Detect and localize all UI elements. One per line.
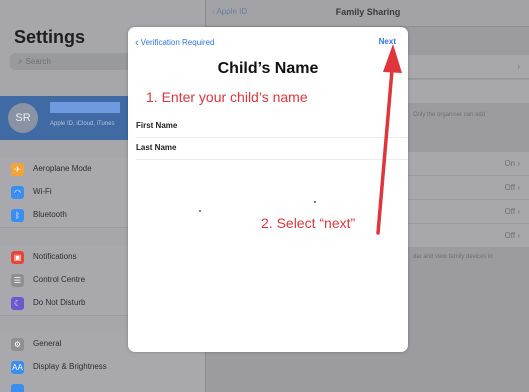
- verification-required-back-button[interactable]: ‹ Verification Required: [135, 36, 215, 49]
- display-icon: AA: [11, 361, 24, 374]
- search-placeholder: Search: [25, 57, 51, 66]
- avatar: SR: [8, 103, 38, 133]
- airplane-icon: ✈: [11, 163, 24, 176]
- annotation-step-1: 1. Enter your child’s name: [146, 89, 308, 105]
- divider: [136, 137, 408, 138]
- last-name-field[interactable]: [188, 140, 393, 156]
- account-name-redacted: [50, 102, 120, 113]
- search-icon: ⌕: [18, 57, 23, 66]
- chevron-left-icon: ‹: [135, 37, 139, 49]
- moon-icon: ☾: [11, 297, 24, 310]
- notifications-icon: ▣: [11, 251, 24, 264]
- gear-icon: ⚙: [11, 338, 24, 351]
- back-button-label: Verification Required: [140, 38, 215, 47]
- next-button[interactable]: Next: [379, 37, 396, 46]
- sidebar-item-partial[interactable]: [0, 379, 205, 392]
- sidebar-item-label: Wi-Fi: [33, 187, 52, 196]
- control-centre-icon: ☰: [11, 274, 24, 287]
- childs-name-sheet: ‹ Verification Required Next Child’s Name…: [128, 27, 408, 352]
- sidebar-item-label: Display & Brightness: [33, 362, 107, 371]
- first-name-field[interactable]: [188, 118, 393, 134]
- chevron-right-icon: ›: [517, 62, 520, 71]
- sidebar-item-label: Bluetooth: [33, 210, 67, 219]
- wifi-icon: ◠: [11, 186, 24, 199]
- ipad-screen: Settings ⌕ Search SR Apple ID, iCloud, iT…: [0, 0, 529, 392]
- sharing-value: Off: [504, 207, 516, 216]
- sidebar-item-label: Notifications: [33, 252, 77, 261]
- detail-title: Family Sharing: [335, 7, 401, 17]
- sidebar-item-display-brightness[interactable]: AA Display & Brightness: [0, 356, 205, 380]
- sharing-value: Off: [504, 231, 516, 240]
- sidebar-item-label: Do Not Disturb: [33, 298, 86, 307]
- first-name-label: First Name: [136, 121, 178, 130]
- organiser-note: Only the organiser can add: [413, 112, 486, 118]
- annotation-step-2: 2. Select “next”: [261, 215, 356, 231]
- detail-nav-bar: ‹ Apple ID Family Sharing: [206, 0, 529, 27]
- last-name-label: Last Name: [136, 143, 177, 152]
- speck: [199, 210, 201, 212]
- bluetooth-icon: ᛒ: [11, 209, 24, 222]
- sidebar-item-label: Aeroplane Mode: [33, 164, 92, 173]
- divider: [136, 159, 408, 160]
- speck: [314, 201, 316, 203]
- sidebar-item-label: Control Centre: [33, 275, 86, 284]
- sharing-value: On: [504, 159, 516, 168]
- sidebar-item-label: General: [33, 339, 62, 348]
- wallpaper-icon: [11, 384, 24, 392]
- account-subtitle: Apple ID, iCloud, iTunes: [50, 121, 115, 127]
- sidebar-title: Settings: [14, 27, 86, 47]
- sharing-value: Off: [504, 183, 516, 192]
- sheet-title: Child’s Name: [217, 60, 319, 77]
- family-note: dar and view family devices in: [413, 254, 493, 260]
